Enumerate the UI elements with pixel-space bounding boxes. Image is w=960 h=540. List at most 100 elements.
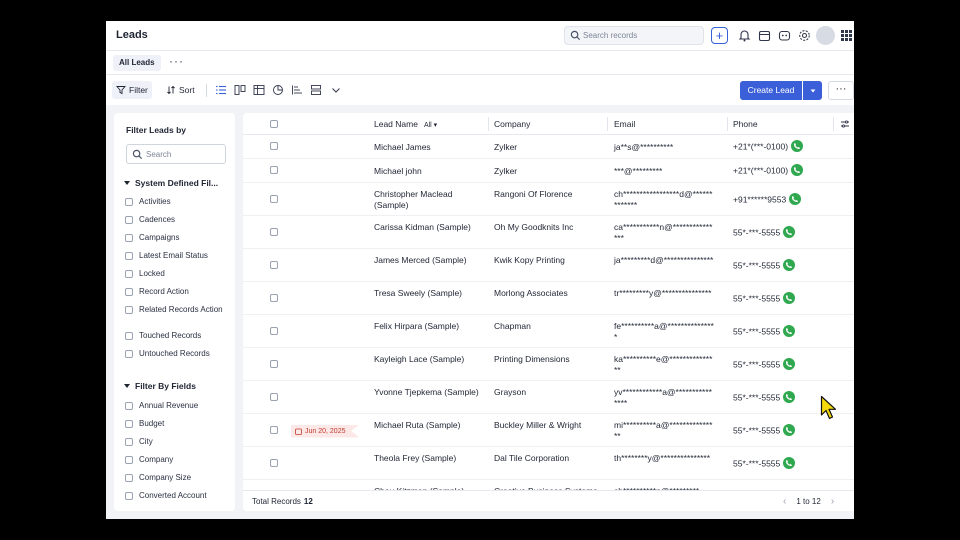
lead-name-cell[interactable]: Carissa Kidman (Sample) (374, 222, 484, 233)
row-checkbox[interactable] (270, 425, 278, 434)
filter-option[interactable]: Record Action (125, 287, 230, 297)
sort-button[interactable]: Sort (162, 81, 199, 99)
column-phone[interactable]: Phone (733, 119, 758, 129)
sidebar-search-input[interactable]: Search (126, 144, 226, 164)
select-all-checkbox[interactable] (270, 120, 278, 128)
filter-option[interactable]: Untouched Records (125, 349, 230, 359)
row-checkbox[interactable] (270, 293, 278, 302)
lead-name-cell[interactable]: Michael James (374, 142, 484, 153)
phone-icon[interactable] (791, 164, 804, 176)
column-lead-name[interactable]: Lead Name All ▾ (374, 119, 437, 129)
filter-checkbox[interactable] (125, 474, 133, 482)
more-actions-button[interactable]: ··· (828, 81, 854, 100)
phone-icon[interactable] (783, 456, 796, 469)
filter-option[interactable]: Campaigns (125, 233, 230, 243)
filter-checkbox[interactable] (125, 438, 133, 446)
filter-checkbox[interactable] (125, 306, 133, 314)
bell-icon[interactable] (736, 27, 753, 44)
filter-checkbox[interactable] (125, 492, 133, 500)
row-checkbox[interactable] (270, 359, 278, 368)
chevron-down-icon[interactable] (330, 84, 342, 96)
column-company[interactable]: Company (494, 119, 530, 129)
table-row[interactable]: Carissa Kidman (Sample) Oh My Goodknits I… (243, 216, 854, 249)
phone-icon[interactable] (783, 225, 796, 238)
filter-option[interactable]: Touched Records (125, 331, 230, 341)
column-settings-icon[interactable] (840, 119, 850, 129)
row-checkbox[interactable] (270, 194, 278, 203)
chart-view-icon[interactable] (272, 84, 284, 96)
lead-name-cell[interactable]: James Merced (Sample) (374, 255, 484, 266)
kanban-view-icon[interactable] (234, 84, 246, 96)
row-checkbox[interactable] (270, 260, 278, 269)
row-checkbox[interactable] (270, 166, 278, 174)
lead-name-cell[interactable]: Felix Hirpara (Sample) (374, 321, 484, 332)
filter-checkbox[interactable] (125, 332, 133, 340)
filter-option[interactable]: Activities (125, 197, 230, 207)
filter-checkbox[interactable] (125, 288, 133, 296)
table-row[interactable]: Tresa Sweely (Sample) Morlong Associates t… (243, 282, 854, 315)
table-row[interactable]: Theola Frey (Sample) Dal Tile Corporation… (243, 447, 854, 480)
row-checkbox[interactable] (270, 392, 278, 401)
filter-checkbox[interactable] (125, 402, 133, 410)
lead-name-cell[interactable]: Kayleigh Lace (Sample) (374, 354, 484, 365)
filter-option[interactable]: Budget (125, 419, 230, 429)
filter-checkbox[interactable] (125, 216, 133, 224)
calendar-icon[interactable] (756, 27, 773, 44)
phone-icon[interactable] (783, 324, 796, 337)
phone-icon[interactable] (791, 140, 804, 152)
filter-option[interactable]: Company (125, 455, 230, 465)
filter-checkbox[interactable] (125, 252, 133, 260)
filter-checkbox[interactable] (125, 420, 133, 428)
lead-name-cell[interactable]: Michael Ruta (Sample) (374, 420, 484, 431)
view-tab-all-leads[interactable]: All Leads (113, 55, 161, 71)
next-page-button[interactable]: › (831, 496, 834, 507)
filter-option[interactable]: Annual Revenue (125, 401, 230, 411)
table-row[interactable]: Michael john Zylker ***@********* +21*(***-… (243, 159, 854, 183)
section-filter-by-fields[interactable]: Filter By Fields (124, 381, 196, 391)
table-row[interactable]: Yvonne Tjepkema (Sample) Grayson yv*******… (243, 381, 854, 414)
filter-option[interactable]: Locked (125, 269, 230, 279)
filter-button[interactable]: Filter (112, 81, 152, 99)
global-search[interactable]: Search records (564, 26, 704, 45)
phone-icon[interactable] (783, 357, 796, 370)
phone-icon[interactable] (783, 258, 796, 271)
table-view-icon[interactable] (253, 84, 265, 96)
table-row[interactable]: Kayleigh Lace (Sample) Printing Dimension… (243, 348, 854, 381)
table-row[interactable]: James Merced (Sample) Kwik Kopy Printing j… (243, 249, 854, 282)
row-checkbox[interactable] (270, 142, 278, 150)
lead-name-cell[interactable]: Michael john (374, 166, 484, 177)
phone-icon[interactable] (783, 291, 796, 304)
stack-view-icon[interactable] (310, 84, 322, 96)
lead-name-cell[interactable]: Christopher Maclead (Sample) (374, 189, 484, 210)
filter-checkbox[interactable] (125, 270, 133, 278)
filter-option[interactable]: Converted Account (125, 491, 230, 501)
table-row[interactable]: Michael James Zylker ja**s@********** +21*(… (243, 135, 854, 159)
filter-option[interactable]: Related Records Action (125, 305, 230, 315)
phone-icon[interactable] (783, 390, 796, 403)
plus-icon[interactable]: + (711, 27, 728, 44)
table-row[interactable]: Jun 20, 2025 Michael Ruta (Sample) Buckley… (243, 414, 854, 447)
create-lead-dropdown[interactable] (803, 81, 822, 100)
lead-name-filter[interactable]: All ▾ (424, 122, 437, 129)
lead-name-cell[interactable]: Theola Frey (Sample) (374, 453, 484, 464)
table-row[interactable]: Jun 18, 2025Chau Kitzman (Sample)Creativ… (243, 480, 854, 490)
apps-grid-icon[interactable] (841, 30, 852, 41)
filter-checkbox[interactable] (125, 456, 133, 464)
filter-checkbox[interactable] (125, 198, 133, 206)
create-lead-button[interactable]: Create Lead (740, 81, 802, 100)
filter-option[interactable]: City (125, 437, 230, 447)
table-row[interactable]: Christopher Maclead (Sample) Rangoni Of F… (243, 183, 854, 216)
section-system-defined[interactable]: System Defined Fil... (124, 178, 218, 188)
column-email[interactable]: Email (614, 119, 635, 129)
row-checkbox[interactable] (270, 458, 278, 467)
row-checkbox[interactable] (270, 326, 278, 335)
view-more-button[interactable]: ··· (169, 54, 184, 68)
lead-name-cell[interactable]: Tresa Sweely (Sample) (374, 288, 484, 299)
filter-option[interactable]: Cadences (125, 215, 230, 225)
list-view-icon[interactable] (215, 84, 227, 96)
row-checkbox[interactable] (270, 227, 278, 236)
timeline-view-icon[interactable] (291, 84, 303, 96)
phone-icon[interactable] (789, 192, 802, 205)
prev-page-button[interactable]: ‹ (783, 496, 786, 507)
filter-option[interactable]: Latest Email Status (125, 251, 230, 261)
